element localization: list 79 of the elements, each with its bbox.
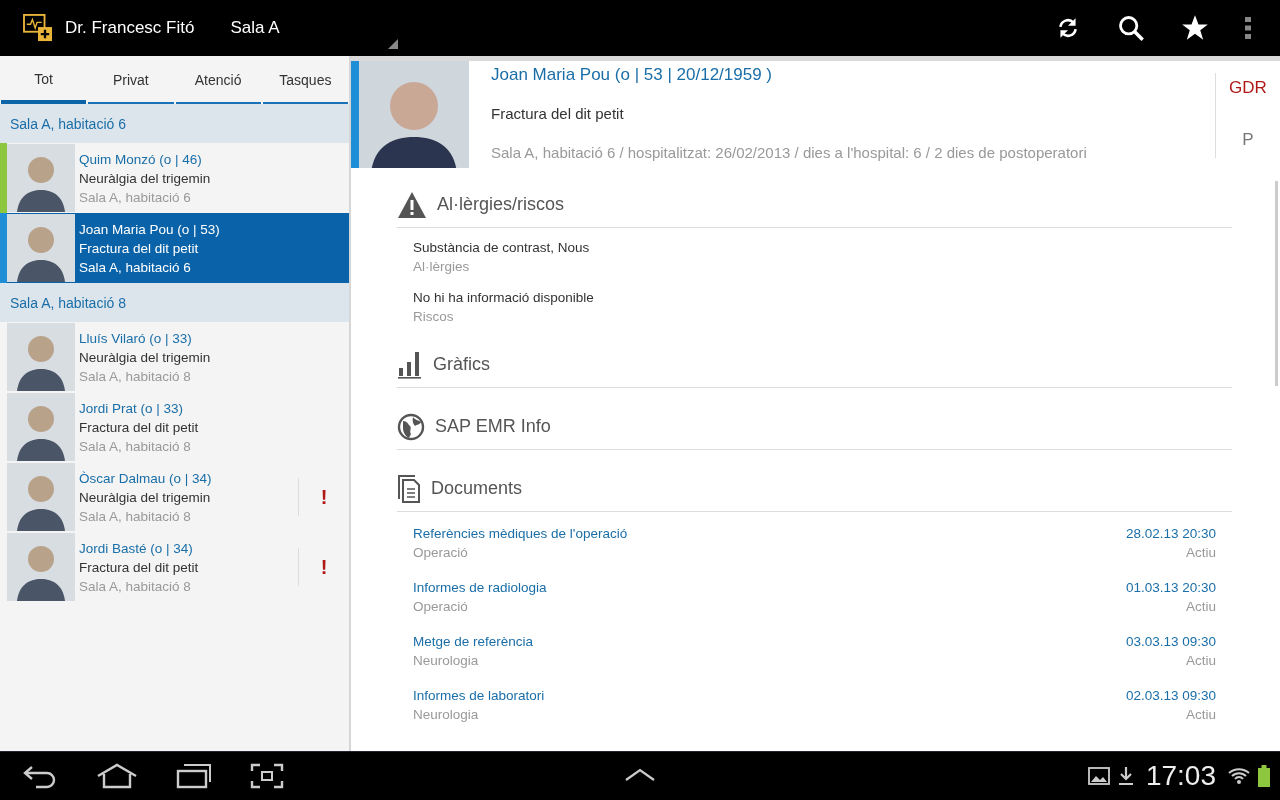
document-link[interactable]: Informes de radiologia bbox=[413, 578, 547, 597]
item-label: Riscos bbox=[413, 308, 455, 326]
patient-diagnosis: Fractura del dit petit bbox=[79, 418, 200, 437]
photo-placeholder bbox=[7, 393, 75, 461]
patient-diagnosis: Fractura del dit petit bbox=[491, 105, 625, 122]
photo-placeholder bbox=[7, 214, 75, 282]
patient-room: Sala A, habitació 6 bbox=[79, 188, 192, 207]
stay-info: Sala A, habitació 6 / hospitalitzat: 26/02/2013 / dies a l'hospital: 6 / 2 dies de postoperatori bbox=[491, 144, 1088, 161]
document-date: 03.03.13 09:30 bbox=[1125, 633, 1216, 651]
photo-placeholder bbox=[7, 533, 75, 601]
home-icon[interactable] bbox=[96, 763, 138, 789]
document-status: Actiu bbox=[1186, 598, 1216, 616]
patient-room: Sala A, habitació 8 bbox=[79, 367, 192, 386]
section-title[interactable]: SAP EMR Info bbox=[435, 416, 551, 437]
patient-diagnosis: Neuràlgia del trigemin bbox=[79, 488, 212, 507]
section-title[interactable]: Documents bbox=[431, 478, 523, 499]
download-icon bbox=[1117, 766, 1134, 786]
image-icon bbox=[1087, 767, 1110, 785]
wifi-icon bbox=[1228, 766, 1250, 786]
patient-diagnosis: Fractura del dit petit bbox=[79, 239, 200, 258]
bar-chart-icon bbox=[397, 350, 423, 379]
back-icon[interactable] bbox=[22, 763, 58, 789]
ward-spinner[interactable]: Sala A bbox=[230, 18, 280, 38]
patient-name: Quim Monzó (o | 46) bbox=[79, 150, 203, 169]
patient-list-item[interactable]: Joan Maria Pou (o | 53) Fractura del dit petit Sala A, habitació 6 bbox=[0, 213, 349, 283]
patient-name: Lluís Vilaró (o | 33) bbox=[79, 329, 193, 348]
document-date: 01.03.13 20:30 bbox=[1125, 579, 1216, 597]
document-icon bbox=[397, 473, 421, 504]
document-link[interactable]: Referències mèdiques de l'operació bbox=[413, 524, 628, 543]
photo-placeholder bbox=[7, 323, 75, 391]
item-value: No hi ha informació disponible bbox=[413, 289, 595, 307]
recent-apps-icon[interactable] bbox=[176, 763, 212, 789]
group-header: Sala A, habitació 8 bbox=[0, 283, 349, 322]
monitor-plus-icon[interactable] bbox=[23, 14, 53, 42]
dropdown-corner-icon[interactable] bbox=[388, 39, 398, 49]
warning-icon bbox=[397, 190, 427, 219]
item-label: Al·lèrgies bbox=[413, 258, 471, 276]
overflow-menu-icon[interactable] bbox=[1245, 16, 1251, 40]
side-tab[interactable]: P bbox=[1242, 130, 1254, 150]
patient-diagnosis: Fractura del dit petit bbox=[79, 558, 200, 577]
battery-icon bbox=[1258, 765, 1270, 787]
document-category: Neurologia bbox=[413, 652, 480, 670]
document-link[interactable]: Metge de referència bbox=[413, 632, 534, 651]
patient-room: Sala A, habitació 8 bbox=[79, 577, 192, 596]
patient-name: Joan Maria Pou (o | 53 | 20/12/1959 ) bbox=[491, 65, 773, 85]
patient-room: Sala A, habitació 8 bbox=[79, 507, 192, 526]
document-link[interactable]: Informes de laboratori bbox=[413, 686, 545, 705]
patient-room: Sala A, habitació 6 bbox=[79, 258, 192, 277]
patient-diagnosis: Neuràlgia del trigemin bbox=[79, 169, 212, 188]
document-status: Actiu bbox=[1186, 706, 1216, 724]
patient-name: Òscar Dalmau (o | 34) bbox=[79, 469, 213, 488]
clock: 17:03 bbox=[1145, 760, 1216, 792]
document-category: Operació bbox=[413, 544, 469, 562]
photo-placeholder bbox=[7, 144, 75, 212]
caret-up-icon[interactable] bbox=[624, 768, 656, 782]
patient-name: Jordi Prat (o | 33) bbox=[79, 399, 185, 418]
search-icon[interactable] bbox=[1117, 14, 1145, 42]
side-tab[interactable]: GDR bbox=[1229, 78, 1267, 98]
patient-name: Jordi Basté (o | 34) bbox=[79, 539, 194, 558]
group-header: Sala A, habitació 6 bbox=[0, 104, 349, 143]
globe-icon bbox=[397, 412, 425, 441]
document-status: Actiu bbox=[1186, 544, 1216, 562]
document-date: 28.02.13 20:30 bbox=[1125, 525, 1216, 543]
item-value: Substància de contrast, Nous bbox=[413, 239, 591, 257]
document-status: Actiu bbox=[1186, 652, 1216, 670]
patient-room: Sala A, habitació 8 bbox=[79, 437, 192, 456]
patient-diagnosis: Neuràlgia del trigemin bbox=[79, 348, 212, 367]
screenshot-icon[interactable] bbox=[250, 763, 284, 789]
document-category: Neurologia bbox=[413, 706, 480, 724]
star-icon[interactable] bbox=[1181, 14, 1209, 42]
alert-mark: ! bbox=[320, 555, 328, 579]
doctor-name: Dr. Francesc Fitó bbox=[65, 18, 195, 38]
document-category: Operació bbox=[413, 598, 469, 616]
document-date: 02.03.13 09:30 bbox=[1125, 687, 1216, 705]
alert-mark: ! bbox=[320, 485, 328, 509]
photo-placeholder bbox=[7, 463, 75, 531]
patient-name: Joan Maria Pou (o | 53) bbox=[79, 220, 221, 239]
section-title[interactable]: Al·lèrgies/riscos bbox=[437, 194, 565, 215]
section-title[interactable]: Gràfics bbox=[433, 354, 490, 375]
